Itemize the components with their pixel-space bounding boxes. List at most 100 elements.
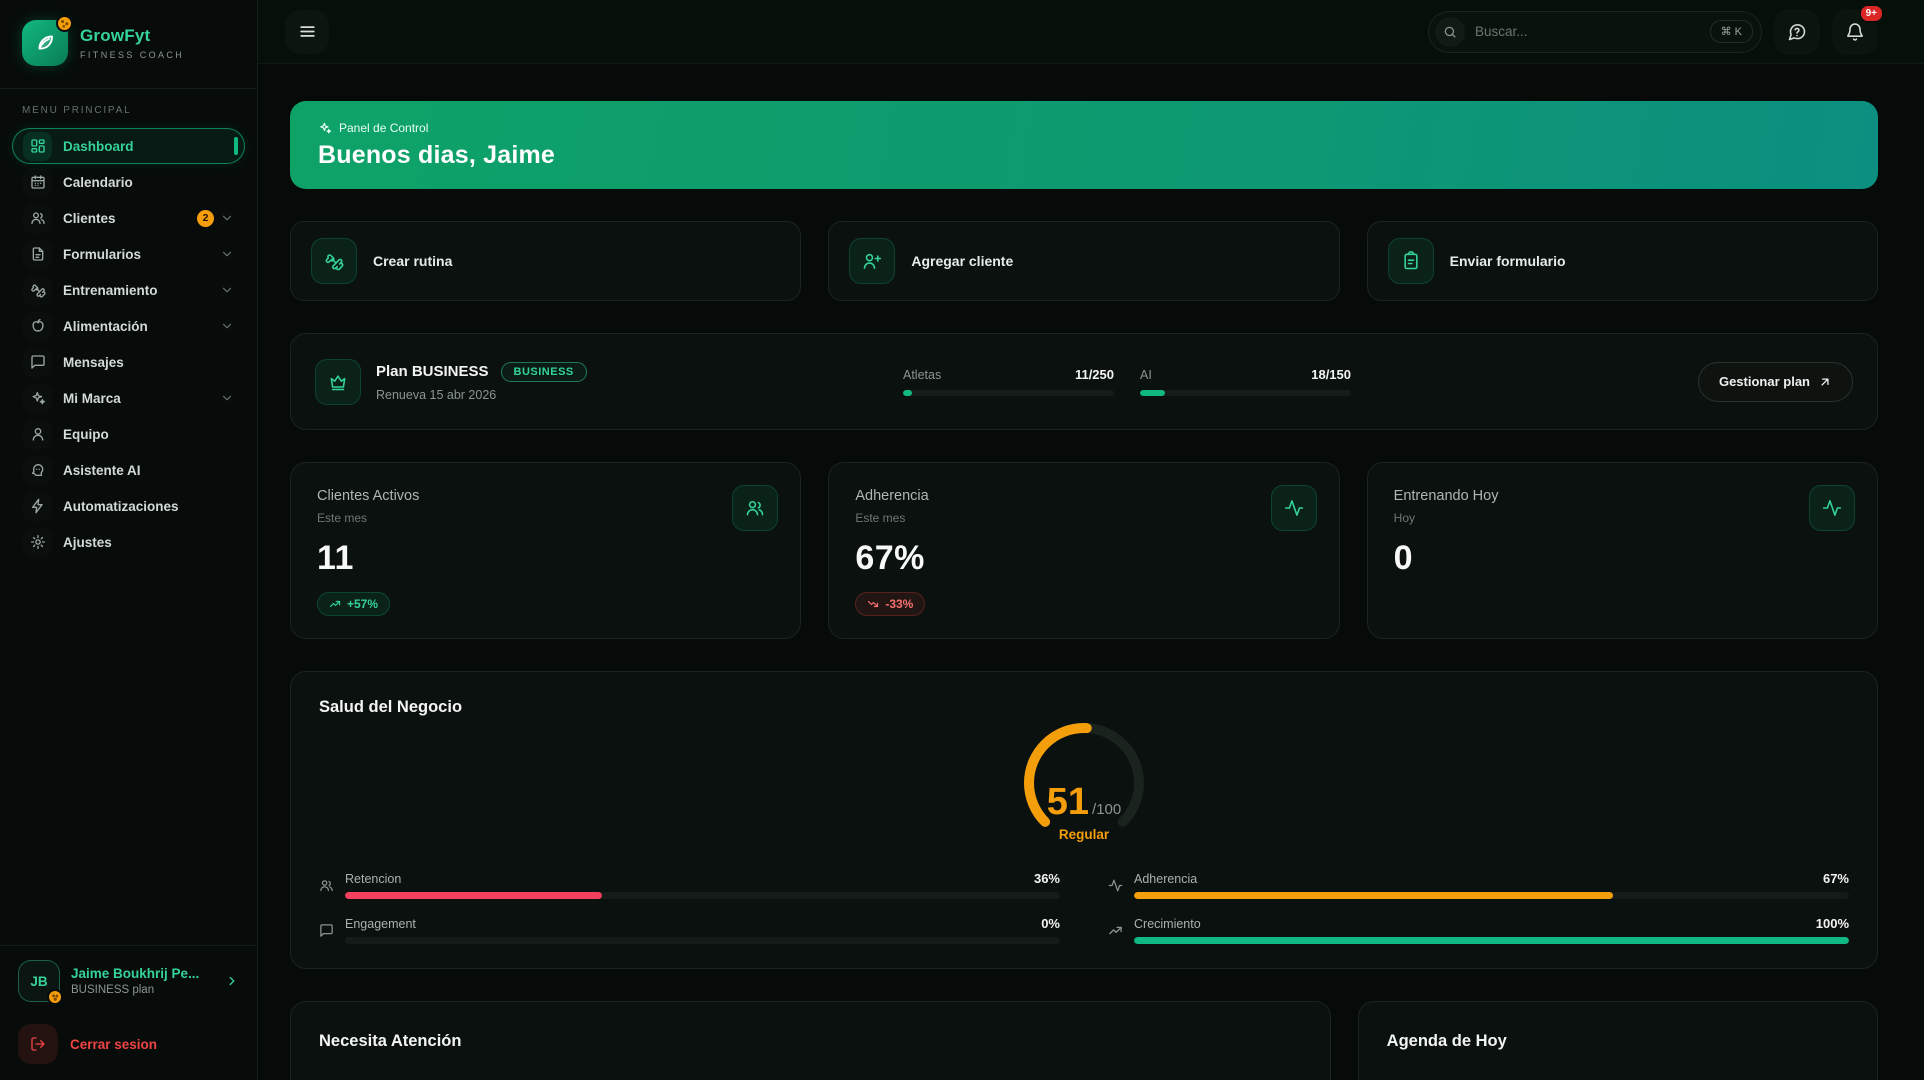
send-form-button[interactable]: Enviar formulario	[1367, 221, 1878, 301]
sidebar-item-dashboard[interactable]: Dashboard	[12, 128, 245, 164]
welcome-banner: Panel de Control Buenos dias, Jaime	[290, 101, 1878, 189]
sidebar-item-asistente-ai[interactable]: Asistente AI	[12, 452, 245, 488]
brand-name: GrowFyt	[80, 26, 184, 46]
dashboard-content: Panel de Control Buenos dias, Jaime Crea…	[258, 64, 1924, 1080]
trending-up-icon	[1108, 923, 1125, 938]
notifications-button[interactable]: 9+	[1832, 9, 1878, 55]
bell-icon	[1845, 22, 1865, 42]
users-icon	[23, 204, 52, 233]
metric-adherencia: Adherencia 67%	[1108, 871, 1849, 899]
sparkles-icon	[318, 121, 332, 135]
chevron-right-icon	[225, 974, 239, 988]
stat-card-adherencia: Adherencia Este mes 67% -33%	[828, 462, 1339, 639]
gear-icon	[23, 528, 52, 557]
add-client-button[interactable]: Agregar cliente	[828, 221, 1339, 301]
activity-icon	[1108, 878, 1125, 893]
search-shortcut: ⌘ K	[1710, 20, 1753, 43]
bottom-row: Necesita Atención Agenda de Hoy	[290, 1001, 1878, 1080]
sidebar-item-automatizaciones[interactable]: Automatizaciones	[12, 488, 245, 524]
brand: GrowFyt FITNESS COACH	[0, 0, 257, 89]
logout-button[interactable]: Cerrar sesion	[18, 1024, 239, 1064]
leaf-icon	[33, 31, 57, 55]
metric-retencion: Retencion 36%	[319, 871, 1060, 899]
sidebar-item-mi-marca[interactable]: Mi Marca	[12, 380, 245, 416]
user-plan: BUSINESS plan	[71, 984, 199, 996]
active-indicator	[234, 137, 238, 155]
dumbbell-icon	[311, 238, 357, 284]
menu-section-label: MENU PRINCIPAL	[12, 105, 245, 128]
sidebar-footer: JB Jaime Boukhrij Pe... BUSINESS plan Ce…	[0, 945, 257, 1080]
sidebar-item-mensajes[interactable]: Mensajes	[12, 344, 245, 380]
activity-icon	[1271, 485, 1317, 531]
calendar-icon	[23, 168, 52, 197]
stat-value: 0	[1394, 539, 1851, 578]
chat-icon	[23, 348, 52, 377]
usage-ai: AI 18/150	[1140, 367, 1351, 396]
clipboard-icon	[1388, 238, 1434, 284]
chevron-down-icon[interactable]	[220, 283, 234, 297]
stats-row: Clientes Activos Este mes 11 +57% Adhere…	[290, 462, 1878, 639]
stat-value: 11	[317, 539, 774, 578]
help-button[interactable]	[1774, 9, 1820, 55]
usage-atletas: Atletas 11/250	[903, 367, 1114, 396]
sidebar-item-alimentacion[interactable]: Alimentación	[12, 308, 245, 344]
crown-icon	[315, 359, 361, 405]
plan-renewal: Renueva 15 abr 2026	[376, 388, 587, 402]
user-profile[interactable]: JB Jaime Boukhrij Pe... BUSINESS plan	[18, 960, 239, 1002]
zap-icon	[23, 492, 52, 521]
health-title: Salud del Negocio	[319, 698, 1849, 717]
sidebar-item-equipo[interactable]: Equipo	[12, 416, 245, 452]
plan-card: Plan BUSINESS BUSINESS Renueva 15 abr 20…	[290, 333, 1878, 430]
users-icon	[732, 485, 778, 531]
brand-logo-icon	[22, 20, 68, 66]
apple-icon	[23, 312, 52, 341]
banner-eyebrow: Panel de Control	[339, 121, 428, 135]
retencion-progressbar	[345, 892, 1060, 899]
user-icon	[23, 420, 52, 449]
avatar: JB	[18, 960, 60, 1002]
sparkles-icon	[23, 384, 52, 413]
sidebar: GrowFyt FITNESS COACH MENU PRINCIPAL Das…	[0, 0, 258, 1080]
manage-plan-button[interactable]: Gestionar plan	[1698, 362, 1853, 402]
avatar-emoji-badge	[47, 989, 63, 1005]
clientes-count-badge: 2	[197, 210, 214, 227]
file-text-icon	[23, 240, 52, 269]
app-root: GrowFyt FITNESS COACH MENU PRINCIPAL Das…	[0, 0, 1924, 1080]
layout-grid-icon	[23, 132, 52, 161]
logo-cookie-badge	[56, 15, 73, 32]
logout-icon	[18, 1024, 58, 1064]
sidebar-item-entrenamiento[interactable]: Entrenamiento	[12, 272, 245, 308]
gauge-status-label: Regular	[1009, 827, 1159, 842]
user-name: Jaime Boukhrij Pe...	[71, 966, 199, 981]
topbar: ⌘ K 9+	[258, 0, 1924, 64]
sidebar-item-ajustes[interactable]: Ajustes	[12, 524, 245, 560]
plan-badge: BUSINESS	[501, 362, 587, 382]
hamburger-menu-button[interactable]	[285, 10, 329, 54]
chevron-down-icon[interactable]	[220, 247, 234, 261]
health-gauge: 51/100 Regular	[1009, 719, 1159, 851]
gauge-score: 51	[1047, 781, 1089, 823]
plan-title: Plan BUSINESS	[376, 363, 489, 380]
usage-atletas-progressbar	[903, 390, 1114, 396]
chevron-down-icon[interactable]	[220, 211, 234, 225]
sidebar-item-clientes[interactable]: Clientes 2	[12, 200, 245, 236]
sidebar-item-calendario[interactable]: Calendario	[12, 164, 245, 200]
chevron-down-icon[interactable]	[220, 391, 234, 405]
sidebar-item-formularios[interactable]: Formularios	[12, 236, 245, 272]
stat-card-entrenando-hoy: Entrenando Hoy Hoy 0	[1367, 462, 1878, 639]
stat-card-clientes-activos: Clientes Activos Este mes 11 +57%	[290, 462, 801, 639]
hamburger-icon	[298, 22, 317, 41]
engagement-progressbar	[345, 937, 1060, 944]
business-health-card: Salud del Negocio 51/100 Regular	[290, 671, 1878, 969]
chevron-down-icon[interactable]	[220, 319, 234, 333]
banner-title: Buenos dias, Jaime	[318, 141, 1850, 170]
gauge-max: /100	[1092, 801, 1121, 818]
help-icon	[1787, 22, 1807, 42]
today-agenda-card: Agenda de Hoy	[1358, 1001, 1878, 1080]
adherencia-progressbar	[1134, 892, 1849, 899]
crecimiento-progressbar	[1134, 937, 1849, 944]
activity-icon	[1809, 485, 1855, 531]
search-bar[interactable]: ⌘ K	[1428, 11, 1762, 53]
search-input[interactable]	[1475, 24, 1700, 39]
create-routine-button[interactable]: Crear rutina	[290, 221, 801, 301]
